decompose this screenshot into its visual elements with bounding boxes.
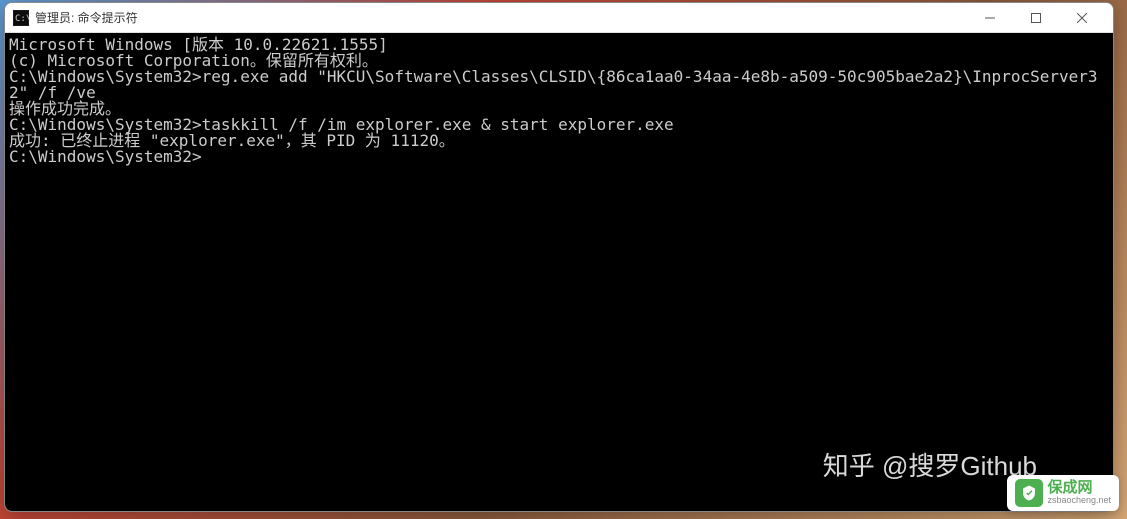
baocheng-url: zsbaocheng.net [1047, 496, 1111, 506]
cmd-icon: C:\ [13, 10, 29, 26]
command-prompt-window: C:\ 管理员: 命令提示符 Microsoft Windows [版本 10.… [4, 2, 1114, 512]
shield-icon [1015, 479, 1043, 507]
minimize-button[interactable] [967, 3, 1013, 33]
baocheng-name: 保成网 [1047, 480, 1111, 497]
terminal-line: C:\Windows\System32>reg.exe add "HKCU\So… [9, 69, 1109, 101]
terminal-area[interactable]: Microsoft Windows [版本 10.0.22621.1555](c… [5, 33, 1113, 511]
terminal-line: C:\Windows\System32> [9, 149, 1109, 165]
titlebar[interactable]: C:\ 管理员: 命令提示符 [5, 3, 1113, 33]
baocheng-watermark: 保成网 zsbaocheng.net [1007, 475, 1119, 511]
baocheng-text-wrap: 保成网 zsbaocheng.net [1047, 480, 1111, 506]
close-button[interactable] [1059, 3, 1105, 33]
window-title: 管理员: 命令提示符 [35, 9, 967, 26]
svg-text:C:\: C:\ [15, 14, 29, 24]
window-controls [967, 3, 1105, 33]
maximize-button[interactable] [1013, 3, 1059, 33]
